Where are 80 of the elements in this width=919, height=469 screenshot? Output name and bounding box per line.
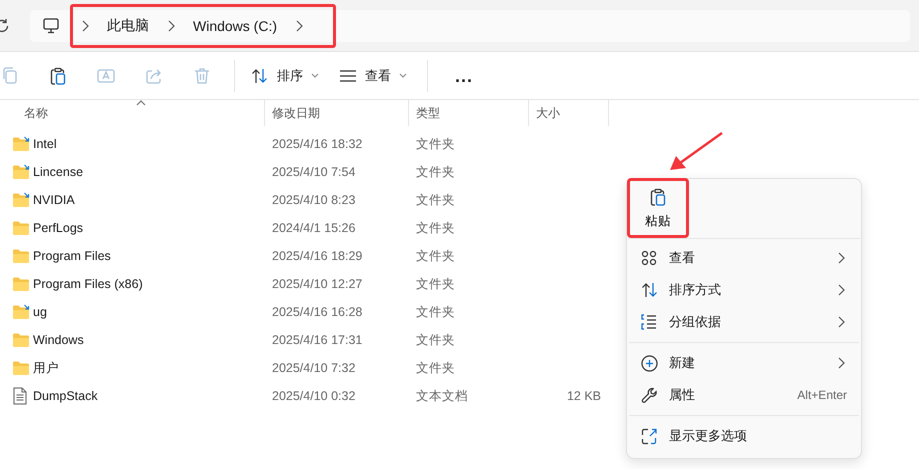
menu-item[interactable]: 属性 Alt+Enter <box>627 379 861 411</box>
sort-arrows-icon <box>251 68 269 84</box>
chevron-icon <box>167 20 175 32</box>
file-name[interactable]: Program Files <box>33 249 111 263</box>
caret-icon <box>399 73 407 78</box>
file-type: 文件夹 <box>416 304 455 320</box>
modified-date: 2025/4/10 7:54 <box>272 165 356 179</box>
trash-icon <box>192 66 212 86</box>
folder-icon <box>12 164 30 180</box>
sort-button[interactable]: 排序 <box>243 60 327 92</box>
file-name[interactable]: DumpStack <box>33 389 98 403</box>
column-header[interactable]: 大小 <box>529 100 609 126</box>
file-name[interactable]: Lincense <box>33 165 84 179</box>
sort-icon <box>641 282 659 298</box>
file-type: 文件夹 <box>416 164 455 180</box>
file-name[interactable]: 用户 <box>33 360 59 376</box>
file-name[interactable]: NVIDIA <box>33 193 75 207</box>
modified-date: 2025/4/10 8:23 <box>272 193 356 207</box>
file-name[interactable]: Program Files (x86) <box>33 277 143 291</box>
folder-icon <box>12 192 30 208</box>
file-size: 12 KB <box>566 389 601 403</box>
modified-date: 2025/4/10 7:32 <box>272 361 356 375</box>
column-header[interactable]: 名称 <box>0 100 265 126</box>
file-type: 文件夹 <box>416 192 455 208</box>
file-type: 文件夹 <box>416 248 455 264</box>
file-name[interactable]: PerfLogs <box>33 221 84 235</box>
chevron-icon <box>81 20 89 32</box>
folder-icon <box>12 220 30 236</box>
paste-button[interactable]: 粘贴 <box>627 178 689 238</box>
folder-icon <box>12 276 30 292</box>
file-name[interactable]: Intel <box>33 137 57 151</box>
file-type: 文本文档 <box>416 388 468 404</box>
file-type: 文件夹 <box>416 136 455 152</box>
computer-icon[interactable] <box>42 16 60 34</box>
clipboard-icon <box>648 186 668 206</box>
clipboard-icon <box>48 66 68 86</box>
submenu-chevron-icon <box>837 284 845 296</box>
file-type: 文件夹 <box>416 220 455 236</box>
plus-circle-icon <box>641 354 658 372</box>
text-file-icon <box>12 387 28 405</box>
folder-icon <box>12 332 30 348</box>
breadcrumb-item[interactable]: Windows (C:) <box>193 18 278 34</box>
menu-item[interactable]: 新建 <box>627 347 861 379</box>
caret-icon <box>311 73 319 78</box>
column-header[interactable]: 修改日期 <box>265 100 409 126</box>
folder-icon <box>12 136 30 152</box>
menu-item[interactable]: 排序方式 <box>627 274 861 306</box>
file-name[interactable]: ug <box>33 305 47 319</box>
menu-item[interactable]: 显示更多选项 <box>627 420 861 452</box>
modified-date: 2025/4/10 0:32 <box>272 389 356 403</box>
sort-up-icon <box>136 100 146 106</box>
submenu-chevron-icon <box>837 252 845 264</box>
modified-date: 2025/4/16 17:31 <box>272 333 362 347</box>
folder-icon <box>12 304 30 320</box>
view-button[interactable]: 查看 <box>331 60 415 92</box>
grid-icon <box>641 250 657 266</box>
shortcut-text: Alt+Enter <box>797 388 847 402</box>
column-header[interactable]: 类型 <box>409 100 529 126</box>
submenu-chevron-icon <box>837 316 845 328</box>
menu-item[interactable]: 查看 <box>627 242 861 274</box>
file-name[interactable]: Windows <box>33 333 84 347</box>
chevron-icon <box>295 20 304 32</box>
file-type: 文件夹 <box>416 360 455 376</box>
modified-date: 2025/4/16 18:29 <box>272 249 362 263</box>
more-button[interactable]: ... <box>444 60 484 92</box>
file-type: 文件夹 <box>416 276 455 292</box>
lines-icon <box>339 70 357 82</box>
folder-icon <box>12 360 30 376</box>
modified-date: 2025/4/16 18:32 <box>272 137 362 151</box>
breadcrumb-item[interactable]: 此电脑 <box>107 16 149 34</box>
submenu-chevron-icon <box>837 357 845 369</box>
file-type: 文件夹 <box>416 332 455 348</box>
wrench-icon <box>641 386 658 404</box>
modified-date: 2025/4/16 16:28 <box>272 305 362 319</box>
menu-item[interactable]: 分组依据 <box>627 306 861 338</box>
modified-date: 2025/4/10 12:27 <box>272 277 362 291</box>
open-external-icon <box>641 428 658 444</box>
list-icon <box>641 314 657 330</box>
modified-date: 2024/4/1 15:26 <box>272 221 356 235</box>
folder-icon <box>12 248 30 264</box>
